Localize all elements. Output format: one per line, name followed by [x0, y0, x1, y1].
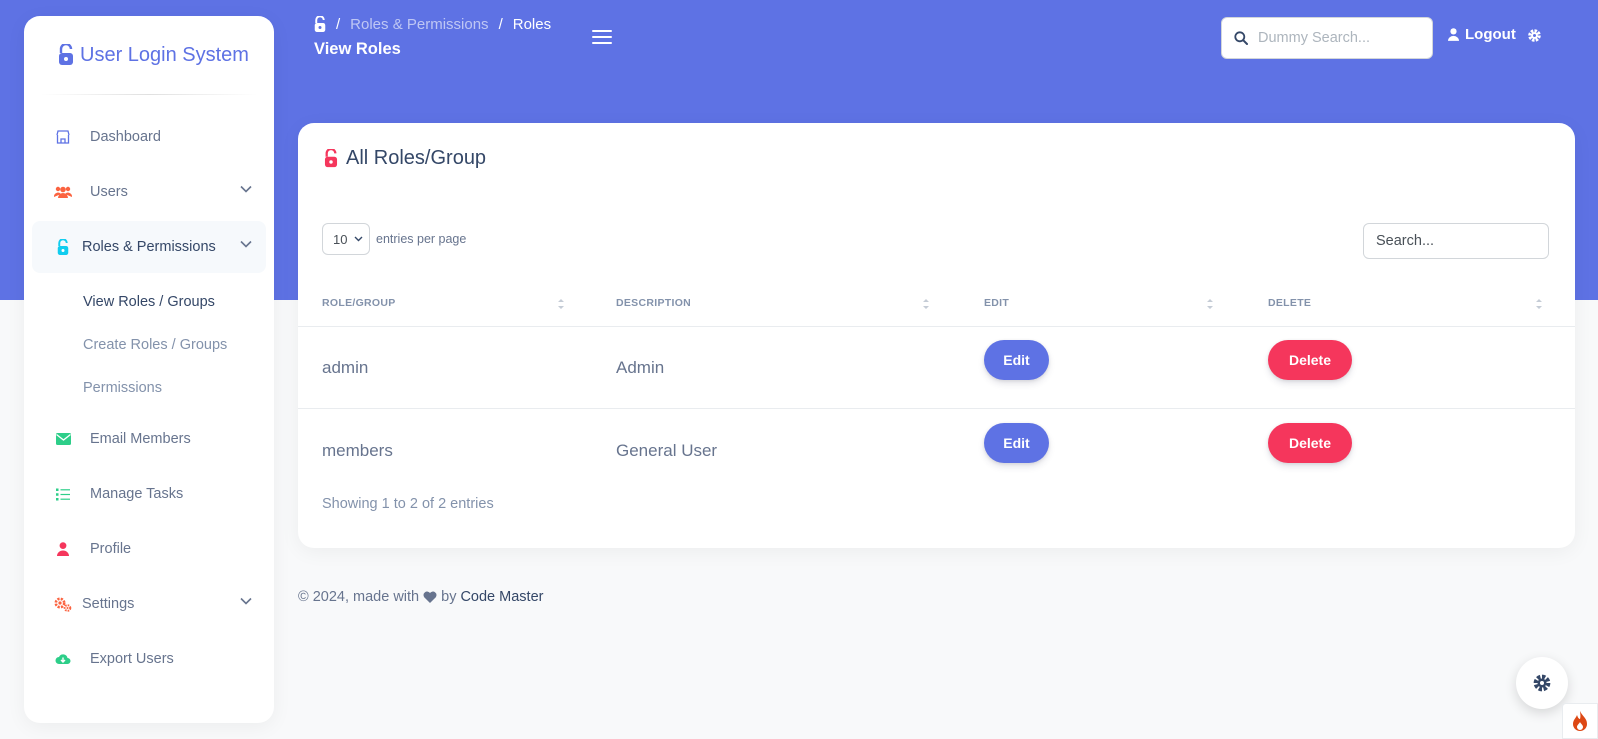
sort-icon[interactable]	[1535, 297, 1543, 311]
search-input[interactable]: Dummy Search...	[1221, 17, 1433, 59]
breadcrumb-current: Roles	[512, 16, 552, 33]
card-title-text: All Roles/Group	[346, 147, 487, 169]
description-cell: Admin	[616, 358, 665, 377]
flame-icon	[1573, 711, 1587, 731]
role-cell: members	[322, 441, 393, 460]
gear-icon	[1533, 674, 1551, 692]
chevron-down-icon	[240, 597, 252, 605]
column-header-role[interactable]: ROLE/GROUP	[322, 297, 396, 309]
footer-author-link[interactable]: Code Master	[460, 589, 543, 605]
search-placeholder: Dummy Search...	[1258, 30, 1370, 46]
sidebar-item-label: Users	[90, 184, 128, 200]
entries-per-page-value: 10	[333, 231, 348, 247]
submenu-view-roles[interactable]: View Roles / Groups	[24, 280, 274, 323]
footer-by: by	[441, 589, 457, 605]
sort-icon[interactable]	[922, 297, 930, 311]
chevron-down-icon	[354, 236, 363, 242]
breadcrumb-parent[interactable]: Roles & Permissions	[350, 16, 488, 33]
breadcrumb-separator: /	[336, 16, 341, 33]
footer-prefix: © 2024, made with	[298, 589, 420, 605]
table-search-input[interactable]: Search...	[1363, 223, 1549, 259]
sidebar-item-settings[interactable]: Settings	[32, 578, 266, 630]
sidebar-item-label: Dashboard	[90, 129, 161, 145]
search-icon	[1234, 31, 1248, 45]
edit-button[interactable]: Edit	[984, 423, 1049, 463]
unlock-icon[interactable]	[314, 16, 326, 33]
sidebar-item-label: Export Users	[90, 651, 174, 667]
page-title: View Roles	[314, 40, 401, 58]
configurator-button[interactable]	[1516, 657, 1568, 709]
roles-submenu: View Roles / Groups Create Roles / Group…	[24, 276, 274, 413]
table-search-placeholder: Search...	[1376, 233, 1435, 249]
sidebar-item-profile[interactable]: Profile	[32, 523, 266, 575]
cloud-download-icon	[54, 650, 72, 668]
table-info: Showing 1 to 2 of 2 entries	[322, 496, 494, 512]
list-icon	[54, 485, 72, 503]
table-row: members General User Edit Delete	[298, 410, 1575, 492]
brand[interactable]: User Login System	[24, 16, 274, 94]
logout-link[interactable]: Logout	[1448, 26, 1516, 43]
role-cell: admin	[322, 358, 369, 377]
logout-label: Logout	[1465, 26, 1516, 43]
user-icon	[54, 540, 72, 558]
sidebar-item-dashboard[interactable]: Dashboard	[32, 111, 266, 163]
description-cell: General User	[616, 441, 718, 460]
shop-icon	[54, 128, 72, 146]
sidebar-item-email-members[interactable]: Email Members	[32, 413, 266, 465]
debug-toolbar-toggle[interactable]	[1562, 703, 1598, 739]
footer: © 2024, made with by Code Master	[298, 589, 543, 605]
cogs-icon	[54, 595, 72, 613]
users-icon	[54, 183, 72, 201]
delete-button[interactable]: Delete	[1268, 340, 1352, 380]
column-header-description[interactable]: DESCRIPTION	[616, 297, 691, 309]
sidebar: User Login System Dashboard Users Roles …	[24, 16, 274, 723]
menu-toggle-icon[interactable]	[592, 30, 612, 46]
chevron-down-icon	[240, 185, 252, 193]
table-header: ROLE/GROUP DESCRIPTION EDIT DELETE	[298, 285, 1575, 327]
submenu-create-roles[interactable]: Create Roles / Groups	[24, 323, 274, 366]
sidebar-item-label: Settings	[82, 596, 135, 612]
sidebar-item-roles-permissions[interactable]: Roles & Permissions	[32, 221, 266, 273]
sort-icon[interactable]	[1206, 297, 1214, 311]
unlock-icon	[54, 238, 72, 256]
sidebar-item-label: Manage Tasks	[90, 486, 184, 502]
sidebar-nav: Dashboard Users Roles & Permissions View…	[24, 95, 274, 685]
gear-icon[interactable]	[1527, 28, 1542, 43]
delete-button[interactable]: Delete	[1268, 423, 1352, 463]
unlock-icon	[59, 44, 73, 65]
unlock-icon	[324, 149, 338, 168]
sidebar-item-users[interactable]: Users	[32, 166, 266, 218]
sidebar-item-label: Email Members	[90, 431, 191, 447]
breadcrumb: / Roles & Permissions / Roles	[314, 16, 551, 33]
sidebar-item-label: Roles & Permissions	[82, 239, 216, 255]
table-row: admin Admin Edit Delete	[298, 327, 1575, 409]
submenu-permissions[interactable]: Permissions	[24, 366, 274, 409]
entries-label: entries per page	[376, 232, 467, 246]
card-title: All Roles/Group	[324, 147, 486, 170]
entries-control: 10 entries per page	[322, 223, 466, 255]
sidebar-item-export-users[interactable]: Export Users	[32, 633, 266, 685]
sidebar-item-manage-tasks[interactable]: Manage Tasks	[32, 468, 266, 520]
heart-icon	[423, 591, 437, 603]
brand-name: User Login System	[80, 43, 249, 66]
sort-icon[interactable]	[557, 297, 565, 311]
user-icon	[1448, 28, 1459, 41]
column-header-delete[interactable]: DELETE	[1268, 297, 1311, 309]
sidebar-item-label: Profile	[90, 541, 132, 557]
edit-button[interactable]: Edit	[984, 340, 1049, 380]
chevron-down-icon	[240, 240, 252, 248]
entries-per-page-select[interactable]: 10	[322, 223, 370, 255]
column-header-edit[interactable]: EDIT	[984, 297, 1009, 309]
envelope-icon	[54, 430, 72, 448]
roles-card: All Roles/Group 10 entries per page Sear…	[298, 123, 1575, 548]
breadcrumb-separator: /	[498, 16, 503, 33]
